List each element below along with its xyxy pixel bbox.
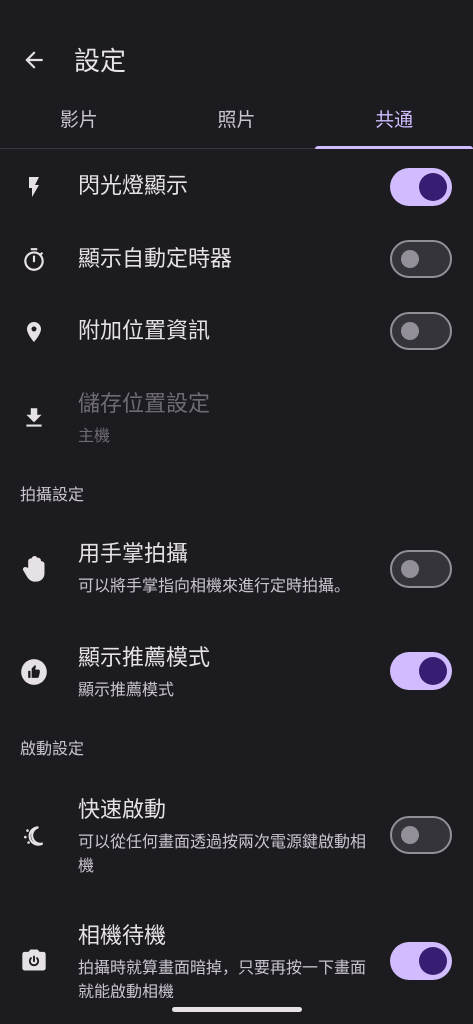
flash-toggle[interactable]	[390, 168, 452, 206]
setting-subtitle: 拍攝時就算畫面暗掉，只要再按一下畫面就能啟動相機	[78, 958, 367, 998]
toggle-thumb	[401, 250, 419, 268]
quick-launch-icon	[20, 822, 48, 850]
camera-power-icon	[20, 946, 48, 974]
section-header-capture: 拍攝設定	[20, 485, 85, 504]
palm-icon	[20, 556, 48, 584]
toggle-thumb	[419, 173, 447, 201]
setting-quick-launch[interactable]: 快速啟動 可以從任何畫面透過按兩次電源鍵啟動相機	[0, 792, 473, 888]
setting-storage: 儲存位置設定 主機	[0, 378, 473, 458]
thumbs-up-icon	[20, 658, 48, 686]
standby-toggle[interactable]	[390, 942, 452, 980]
tab-label: 共通	[375, 109, 414, 131]
tab-video[interactable]: 影片	[0, 96, 158, 148]
tab-label: 照片	[217, 109, 256, 131]
toggle-thumb	[419, 657, 447, 685]
page-title: 設定	[74, 47, 127, 77]
setting-title: 用手掌拍攝	[78, 542, 189, 567]
section-header-launch: 啟動設定	[20, 739, 85, 758]
setting-title: 快速啟動	[78, 798, 167, 823]
setting-title: 儲存位置設定	[78, 392, 211, 417]
back-button[interactable]	[14, 40, 54, 80]
toggle-thumb	[401, 560, 419, 578]
download-icon	[20, 404, 48, 432]
palm-toggle[interactable]	[390, 550, 452, 588]
location-pin-icon	[20, 318, 48, 346]
setting-title: 相機待機	[78, 924, 167, 949]
setting-subtitle: 可以從任何畫面透過按兩次電源鍵啟動相機	[78, 832, 367, 875]
setting-suggest[interactable]: 顯示推薦模式 顯示推薦模式	[0, 632, 473, 712]
tab-photo[interactable]: 照片	[158, 96, 316, 148]
setting-title: 顯示自動定時器	[78, 247, 233, 272]
tab-label: 影片	[59, 109, 98, 131]
setting-subtitle: 主機	[78, 426, 111, 445]
gesture-nav-bar[interactable]	[172, 1007, 302, 1012]
quick-launch-toggle[interactable]	[390, 816, 452, 854]
setting-title: 閃光燈顯示	[78, 174, 189, 199]
tab-active-indicator	[315, 146, 473, 149]
setting-flash[interactable]: 閃光燈顯示	[0, 150, 473, 224]
toggle-thumb	[419, 947, 447, 975]
flash-icon	[20, 173, 48, 201]
toggle-thumb	[401, 322, 419, 340]
location-toggle[interactable]	[390, 312, 452, 350]
suggest-toggle[interactable]	[390, 652, 452, 690]
setting-camera-standby[interactable]: 相機待機 拍攝時就算畫面暗掉，只要再按一下畫面就能啟動相機	[0, 920, 473, 1000]
toggle-thumb	[401, 826, 419, 844]
arrow-back-icon	[25, 51, 43, 69]
setting-title: 顯示推薦模式	[78, 646, 211, 671]
setting-timer[interactable]: 顯示自動定時器	[0, 224, 473, 296]
tab-common[interactable]: 共通	[315, 96, 473, 149]
timer-toggle[interactable]	[390, 240, 452, 278]
setting-subtitle: 顯示推薦模式	[78, 680, 175, 699]
setting-title: 附加位置資訊	[78, 319, 211, 344]
setting-location[interactable]: 附加位置資訊	[0, 296, 473, 368]
setting-palm[interactable]: 用手掌拍攝 可以將手掌指向相機來進行定時拍攝。	[0, 528, 473, 612]
setting-subtitle: 可以將手掌指向相機來進行定時拍攝。	[78, 576, 351, 595]
timer-icon	[20, 246, 48, 274]
tab-bar: 影片 照片 共通	[0, 96, 473, 149]
